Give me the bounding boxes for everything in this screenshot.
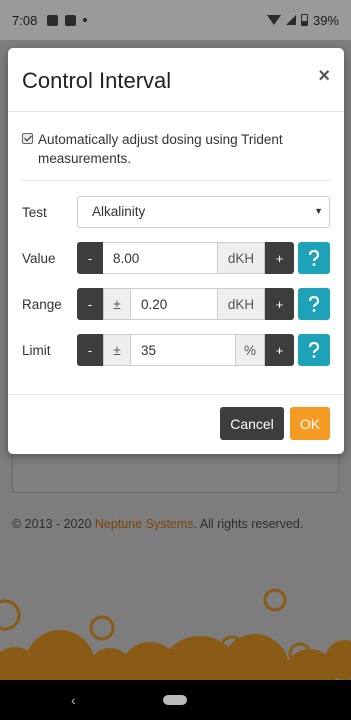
- copyright: © 2013 - 2020 Neptune Systems. All right…: [12, 517, 304, 531]
- back-icon[interactable]: ‹: [71, 692, 76, 708]
- chevron-down-icon: ▼: [314, 206, 323, 216]
- battery-percent: 39%: [312, 12, 339, 28]
- test-label: Test: [22, 205, 47, 220]
- range-input[interactable]: 0.20: [131, 288, 217, 320]
- limit-increment-button[interactable]: +: [265, 334, 294, 366]
- value-increment-button[interactable]: +: [265, 242, 294, 274]
- battery-icon: [300, 14, 308, 26]
- footer-divider: [8, 394, 344, 395]
- app-notification-icon: [65, 14, 77, 26]
- range-help-button[interactable]: [298, 288, 330, 320]
- plus-minus-addon: ±: [103, 288, 131, 320]
- limit-help-button[interactable]: [298, 334, 330, 366]
- test-select[interactable]: Alkalinity ▼: [77, 196, 330, 228]
- neptune-systems-link[interactable]: Neptune Systems: [95, 517, 194, 531]
- value-label: Value: [22, 251, 56, 266]
- photo-notification-icon: [47, 14, 59, 26]
- range-unit: dKH: [217, 288, 265, 320]
- plus-minus-addon: ±: [103, 334, 131, 366]
- range-label: Range: [22, 297, 62, 312]
- wifi-icon: [266, 15, 281, 25]
- range-decrement-button[interactable]: -: [77, 288, 103, 320]
- section-divider: [22, 180, 330, 181]
- limit-unit: %: [235, 334, 265, 366]
- limit-input[interactable]: 35: [131, 334, 235, 366]
- value-input-group: - 8.00 dKH +: [77, 242, 294, 274]
- dialog-header: Control Interval ×: [8, 48, 344, 112]
- ok-button[interactable]: OK: [290, 407, 330, 440]
- test-select-value: Alkalinity: [92, 204, 146, 219]
- control-interval-dialog: Control Interval × Automatically adjust …: [8, 48, 344, 454]
- cancel-button[interactable]: Cancel: [220, 407, 284, 440]
- auto-adjust-checkbox[interactable]: [22, 133, 33, 144]
- value-help-button[interactable]: [298, 242, 330, 274]
- limit-label: Limit: [22, 343, 51, 358]
- value-input[interactable]: 8.00: [103, 242, 217, 274]
- home-icon[interactable]: [163, 695, 187, 705]
- more-notifications-icon: [83, 18, 88, 22]
- status-bar: 7:08 39%: [0, 0, 351, 40]
- value-unit: dKH: [217, 242, 265, 274]
- value-decrement-button[interactable]: -: [77, 242, 103, 274]
- limit-input-group: - ± 35 % +: [77, 334, 294, 366]
- range-input-group: - ± 0.20 dKH +: [77, 288, 294, 320]
- decorative-bubbles: [0, 588, 351, 680]
- question-icon: [308, 341, 320, 358]
- question-icon: [308, 295, 320, 312]
- navigation-bar: ‹: [0, 680, 351, 720]
- auto-adjust-label[interactable]: Automatically adjust dosing using Triden…: [38, 130, 332, 168]
- signal-icon: [285, 15, 296, 25]
- limit-decrement-button[interactable]: -: [77, 334, 103, 366]
- close-button[interactable]: ×: [318, 66, 330, 86]
- clock: 7:08: [12, 12, 38, 28]
- auto-adjust-row: Automatically adjust dosing using Triden…: [22, 130, 332, 168]
- range-increment-button[interactable]: +: [265, 288, 294, 320]
- dialog-title: Control Interval: [22, 68, 172, 93]
- question-icon: [308, 249, 320, 266]
